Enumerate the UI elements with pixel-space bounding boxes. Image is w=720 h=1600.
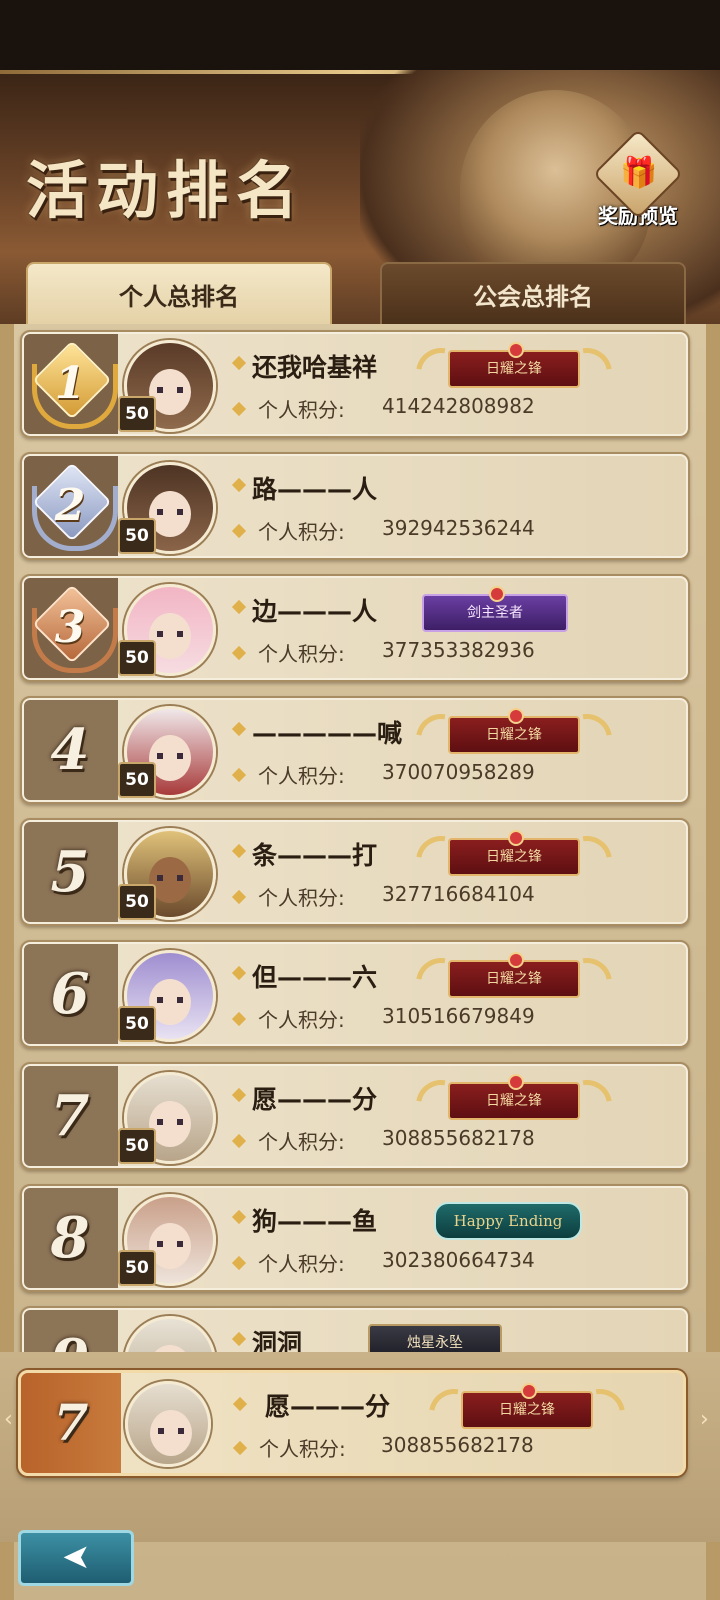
- score-label: 个人积分:: [258, 520, 345, 544]
- rank-number: 8: [50, 1205, 90, 1271]
- title-badge: 日耀之锋: [406, 948, 622, 1018]
- diamond-bullet-icon: [231, 767, 247, 783]
- score-label: 个人积分:: [258, 642, 345, 666]
- title-badge: 剑主圣者: [422, 586, 568, 632]
- score-label: 个人积分:: [258, 1130, 345, 1154]
- player-name: 还我哈基祥: [252, 353, 378, 382]
- gold-medal-icon: 1: [30, 340, 118, 429]
- score-label: 个人积分:: [258, 764, 345, 788]
- back-button[interactable]: ➤: [18, 1530, 134, 1586]
- level-badge: 50: [118, 640, 156, 676]
- title-badge: 日耀之锋: [406, 704, 622, 774]
- diamond-bullet-icon: [231, 889, 247, 905]
- avatar[interactable]: [125, 1381, 211, 1467]
- diamond-bullet-icon: [231, 843, 247, 859]
- diamond-bullet-icon: [231, 645, 247, 661]
- diamond-bullet-icon: [231, 721, 247, 737]
- score-value: 327716684104: [382, 882, 535, 906]
- level-badge: 50: [118, 762, 156, 798]
- diamond-bullet-icon: [231, 1087, 247, 1103]
- diamond-bullet-icon: [232, 1396, 248, 1412]
- score-label: 个人积分:: [259, 1437, 346, 1461]
- ranking-row[interactable]: 7 50 愿———分 日耀之锋 个人积分: 308855682178: [20, 1062, 690, 1170]
- diamond-bullet-icon: [231, 477, 247, 493]
- score-value: 310516679849: [382, 1004, 535, 1028]
- score-label: 个人积分:: [258, 398, 345, 422]
- tab-guild-ranking[interactable]: 公会总排名: [380, 262, 686, 326]
- player-name: 但———六: [252, 963, 378, 992]
- level-badge: 50: [118, 884, 156, 920]
- silver-medal-icon: 2: [30, 462, 118, 551]
- player-name: 路———人: [252, 475, 378, 504]
- title-badge: 日耀之锋: [406, 338, 622, 408]
- page-title: 活动排名: [26, 154, 307, 227]
- diamond-bullet-icon: [231, 1209, 247, 1225]
- player-name: 狗———鱼: [252, 1207, 378, 1236]
- score-value: 302380664734: [382, 1248, 535, 1272]
- ranking-row[interactable]: 8 50 狗———鱼 Happy Ending 个人积分: 3023806647…: [20, 1184, 690, 1292]
- level-badge: 50: [118, 1006, 156, 1042]
- rank-number: 2: [54, 480, 86, 531]
- player-name: —————喊: [252, 719, 403, 748]
- diamond-bullet-icon: [231, 355, 247, 371]
- ranking-row[interactable]: 4 50 —————喊 日耀之锋 个人积分: 370070958289: [20, 696, 690, 804]
- my-ranking-row[interactable]: 7 愿———分 日耀之锋 个人积分: 308855682178: [18, 1370, 686, 1476]
- player-name: 愿———分: [252, 1085, 378, 1114]
- title-badge: 日耀之锋: [419, 1379, 635, 1449]
- level-badge: 50: [118, 518, 156, 554]
- level-badge: 50: [118, 1128, 156, 1164]
- rank-number: 1: [54, 358, 86, 409]
- title-badge: Happy Ending: [434, 1202, 582, 1240]
- diamond-bullet-icon: [231, 1011, 247, 1027]
- player-name: 边———人: [252, 597, 378, 626]
- rank-number: 5: [50, 839, 90, 905]
- ranking-row[interactable]: 5 50 条———打 日耀之锋 个人积分: 327716684104: [20, 818, 690, 926]
- diamond-bullet-icon: [231, 523, 247, 539]
- score-value: 308855682178: [381, 1433, 534, 1457]
- ranking-row[interactable]: 6 50 但———六 日耀之锋 个人积分: 310516679849: [20, 940, 690, 1048]
- diamond-bullet-icon: [231, 1133, 247, 1149]
- ranking-row[interactable]: 2 50 路———人 个人积分: 392942536244: [20, 452, 690, 560]
- score-label: 个人积分:: [258, 1008, 345, 1032]
- bronze-medal-icon: 3: [30, 584, 118, 673]
- level-badge: 50: [118, 1250, 156, 1286]
- score-label: 个人积分:: [258, 1252, 345, 1276]
- score-value: 377353382936: [382, 638, 535, 662]
- title-badge: 日耀之锋: [406, 826, 622, 896]
- player-name: 愿———分: [265, 1392, 391, 1421]
- rank-number: 7: [50, 1083, 90, 1149]
- score-value: 414242808982: [382, 394, 535, 418]
- score-value: 392942536244: [382, 516, 535, 540]
- level-badge: 50: [118, 396, 156, 432]
- score-value: 370070958289: [382, 760, 535, 784]
- chevron-right-icon: ›: [700, 1407, 709, 1432]
- score-label: 个人积分:: [258, 886, 345, 910]
- diamond-bullet-icon: [231, 1255, 247, 1271]
- back-arrow-icon: ➤: [61, 1537, 91, 1577]
- diamond-bullet-icon: [231, 1331, 247, 1347]
- score-value: 308855682178: [382, 1126, 535, 1150]
- tab-personal-ranking[interactable]: 个人总排名: [26, 262, 332, 326]
- rank-number: 6: [50, 961, 90, 1027]
- ranking-row[interactable]: 3 50 边———人 剑主圣者 个人积分: 377353382936: [20, 574, 690, 682]
- diamond-bullet-icon: [231, 965, 247, 981]
- reward-preview-button[interactable]: 🎁 奖励预览: [588, 128, 688, 229]
- diamond-bullet-icon: [231, 401, 247, 417]
- ranking-row[interactable]: 1 50 还我哈基祥 日耀之锋 个人积分: 414242808982: [20, 330, 690, 438]
- title-badge: 日耀之锋: [406, 1070, 622, 1140]
- player-name: 条———打: [252, 841, 378, 870]
- rank-number: 7: [53, 1393, 89, 1452]
- rank-number: 3: [54, 602, 86, 653]
- diamond-bullet-icon: [231, 599, 247, 615]
- diamond-bullet-icon: [232, 1440, 248, 1456]
- rank-number: 4: [50, 717, 90, 783]
